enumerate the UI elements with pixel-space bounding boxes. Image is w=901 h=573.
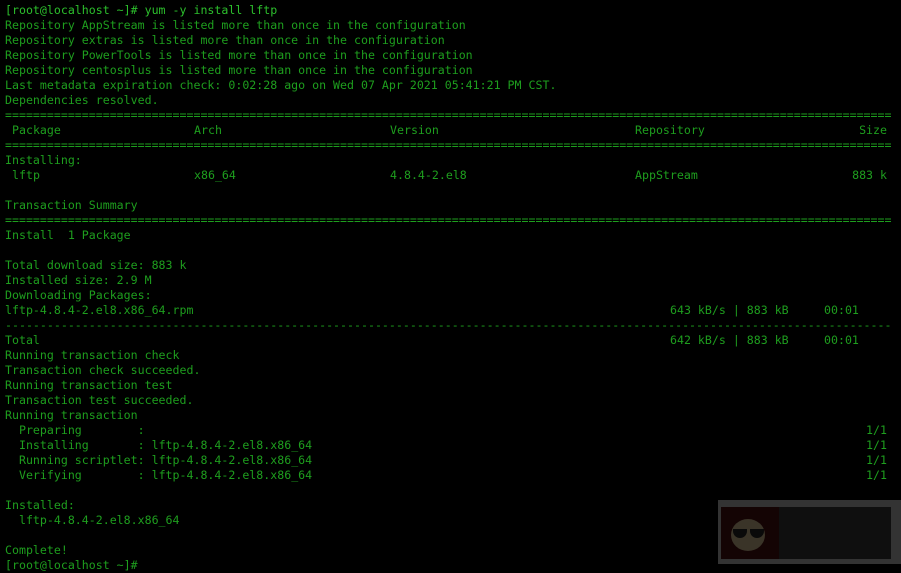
repo-warning: Repository AppStream is listed more than… [5,18,466,32]
table-header: Package Arch Version Repository Size [5,123,901,138]
scriptlet-progress: 1/1 [866,468,887,482]
overlay-panel [721,507,891,559]
row-version: 4.8.4-2.el8 [390,168,467,182]
separator: ----------------------------------------… [5,318,892,332]
installed-size: Installed size: 2.9 M [5,273,152,287]
scriptlet-label: Running scriptlet: [5,453,145,467]
scriptlet-pkg: lftp-4.8.4-2.el8.x86_64 [144,453,313,467]
separator: ========================================… [5,138,892,152]
rpm-name: lftp-4.8.4-2.el8.x86_64.rpm [5,303,194,317]
header-arch: Arch [194,123,222,137]
step-line: Running transaction check [5,348,180,362]
separator: ========================================… [5,213,892,227]
total-speed: 642 kB/s | 883 kB [670,333,789,347]
header-package: Package [12,123,61,137]
header-repository: Repository [635,123,705,137]
header-version: Version [390,123,439,137]
repo-warning: Repository centosplus is listed more tha… [5,63,473,77]
download-size: Total download size: 883 k [5,258,187,272]
rpm-time: 00:01 [824,303,859,317]
table-row: lftp x86_64 4.8.4-2.el8 AppStream 883 k [5,168,901,183]
scriptlet-label: Installing : [5,438,145,452]
row-repository: AppStream [635,168,698,182]
install-count: Install 1 Package [5,228,131,242]
webcam-overlay [718,500,901,564]
downloading-title: Downloading Packages: [5,288,152,302]
row-arch: x86_64 [194,168,236,182]
repo-warning: Repository PowerTools is listed more tha… [5,48,473,62]
row-size: 883 k [852,168,887,182]
deps-line: Dependencies resolved. [5,93,159,107]
step-line: Transaction test succeeded. [5,393,194,407]
repo-warning: Repository extras is listed more than on… [5,33,445,47]
scriptlet-row: Verifying : lftp-4.8.4-2.el8.x86_64 1/1 [5,468,901,483]
section-installing: Installing: [5,153,82,167]
summary-title: Transaction Summary [5,198,138,212]
scriptlet-row: Installing : lftp-4.8.4-2.el8.x86_64 1/1 [5,438,901,453]
step-line: Running transaction [5,408,138,422]
scriptlet-row: Preparing : 1/1 [5,423,901,438]
scriptlet-progress: 1/1 [866,423,887,437]
scriptlet-pkg: lftp-4.8.4-2.el8.x86_64 [144,438,313,452]
scriptlet-progress: 1/1 [866,438,887,452]
terminal-output[interactable]: [root@localhost ~]# yum -y install lftp … [5,3,901,573]
step-line: Running transaction test [5,378,173,392]
scriptlet-label: Verifying : [5,468,145,482]
command-line: [root@localhost ~]# yum -y install lftp [5,3,278,17]
step-line: Transaction check succeeded. [5,363,201,377]
scriptlet-row: Running scriptlet: lftp-4.8.4-2.el8.x86_… [5,453,901,468]
rpm-speed: 643 kB/s | 883 kB [670,303,789,317]
total-label: Total [5,333,40,347]
metadata-line: Last metadata expiration check: 0:02:28 … [5,78,557,92]
avatar [721,507,779,559]
header-size: Size [859,123,887,137]
separator: ========================================… [5,108,892,122]
scriptlet-pkg: lftp-4.8.4-2.el8.x86_64 [144,468,313,482]
download-row: lftp-4.8.4-2.el8.x86_64.rpm 643 kB/s | 8… [5,303,901,318]
scriptlet-label: Preparing : [5,423,145,437]
row-package: lftp [12,168,40,182]
total-time: 00:01 [824,333,859,347]
scriptlet-progress: 1/1 [866,453,887,467]
total-row: Total 642 kB/s | 883 kB 00:01 [5,333,901,348]
